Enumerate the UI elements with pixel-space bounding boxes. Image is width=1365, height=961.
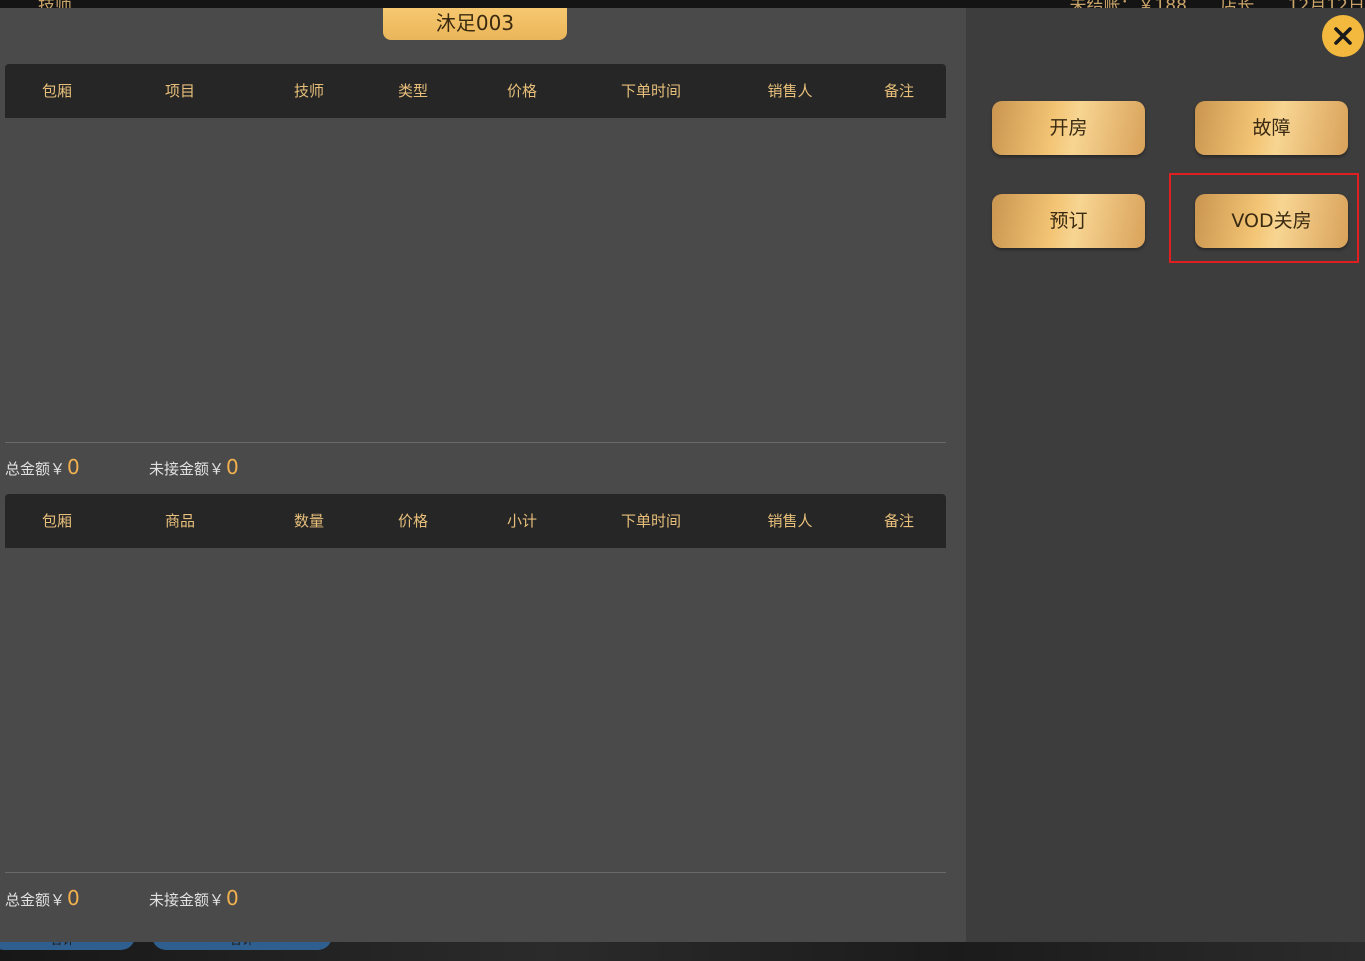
goods-unpaid: 未接金额￥ 0 <box>149 886 239 910</box>
bottom-tab[interactable]: 合计 <box>152 942 332 950</box>
goods-table-header: 包厢 商品 数量 价格 小计 下单时间 销售人 备注 <box>5 494 946 548</box>
fault-button[interactable]: 故障 <box>1195 101 1348 155</box>
service-total-value: 0 <box>67 455 80 479</box>
col-room: 包厢 <box>41 512 73 530</box>
service-unpaid-label: 未接金额￥ <box>149 460 225 478</box>
service-unpaid-value: 0 <box>226 455 239 479</box>
col-order-time: 下单时间 <box>620 82 682 100</box>
reserve-button[interactable]: 预订 <box>992 194 1145 248</box>
col-remark: 备注 <box>883 512 915 530</box>
col-remark: 备注 <box>883 82 915 100</box>
goods-unpaid-label: 未接金额￥ <box>149 891 225 909</box>
col-type: 类型 <box>397 82 429 100</box>
close-button[interactable] <box>1322 15 1364 57</box>
open-room-button[interactable]: 开房 <box>992 101 1145 155</box>
current-date: 12月12日 <box>1288 0 1365 8</box>
col-price: 价格 <box>397 512 429 530</box>
top-status-bar: 技师 未结账：￥188 店长 12月12日 <box>0 0 1365 8</box>
goods-total-value: 0 <box>67 886 80 910</box>
col-price: 价格 <box>506 82 538 100</box>
top-right-info: 未结账：￥188 店长 12月12日 <box>1041 0 1365 8</box>
bottom-strip: 合计 合计 <box>0 942 1365 961</box>
service-table-header: 包厢 项目 技师 类型 价格 下单时间 销售人 备注 <box>5 64 946 118</box>
service-unpaid: 未接金额￥ 0 <box>149 455 239 479</box>
service-total: 总金额￥ 0 <box>5 455 80 479</box>
goods-unpaid-value: 0 <box>226 886 239 910</box>
user-role: 店长 <box>1220 0 1254 8</box>
room-detail-panel: 沐足003 包厢 项目 技师 类型 价格 下单时间 销售人 备注 总金额￥ 0 未… <box>0 8 966 942</box>
goods-total-label: 总金额￥ <box>5 891 66 909</box>
close-icon <box>1334 27 1352 45</box>
goods-total: 总金额￥ 0 <box>5 886 80 910</box>
goods-table-divider <box>5 872 946 873</box>
service-table-divider <box>5 442 946 443</box>
bottom-tab[interactable]: 合计 <box>0 942 135 950</box>
col-technician: 技师 <box>293 82 325 100</box>
col-order-time: 下单时间 <box>620 512 682 530</box>
col-subtotal: 小计 <box>506 512 538 530</box>
col-item: 项目 <box>164 82 196 100</box>
room-name-tab: 沐足003 <box>383 8 567 40</box>
col-salesperson: 销售人 <box>767 512 813 530</box>
col-room: 包厢 <box>41 82 73 100</box>
unsettled-amount: 未结账：￥188 <box>1069 0 1186 8</box>
highlight-annotation <box>1169 173 1359 263</box>
col-quantity: 数量 <box>293 512 325 530</box>
col-salesperson: 销售人 <box>767 82 813 100</box>
top-left-label: 技师 <box>38 0 72 8</box>
service-total-label: 总金额￥ <box>5 460 66 478</box>
col-goods: 商品 <box>164 512 196 530</box>
